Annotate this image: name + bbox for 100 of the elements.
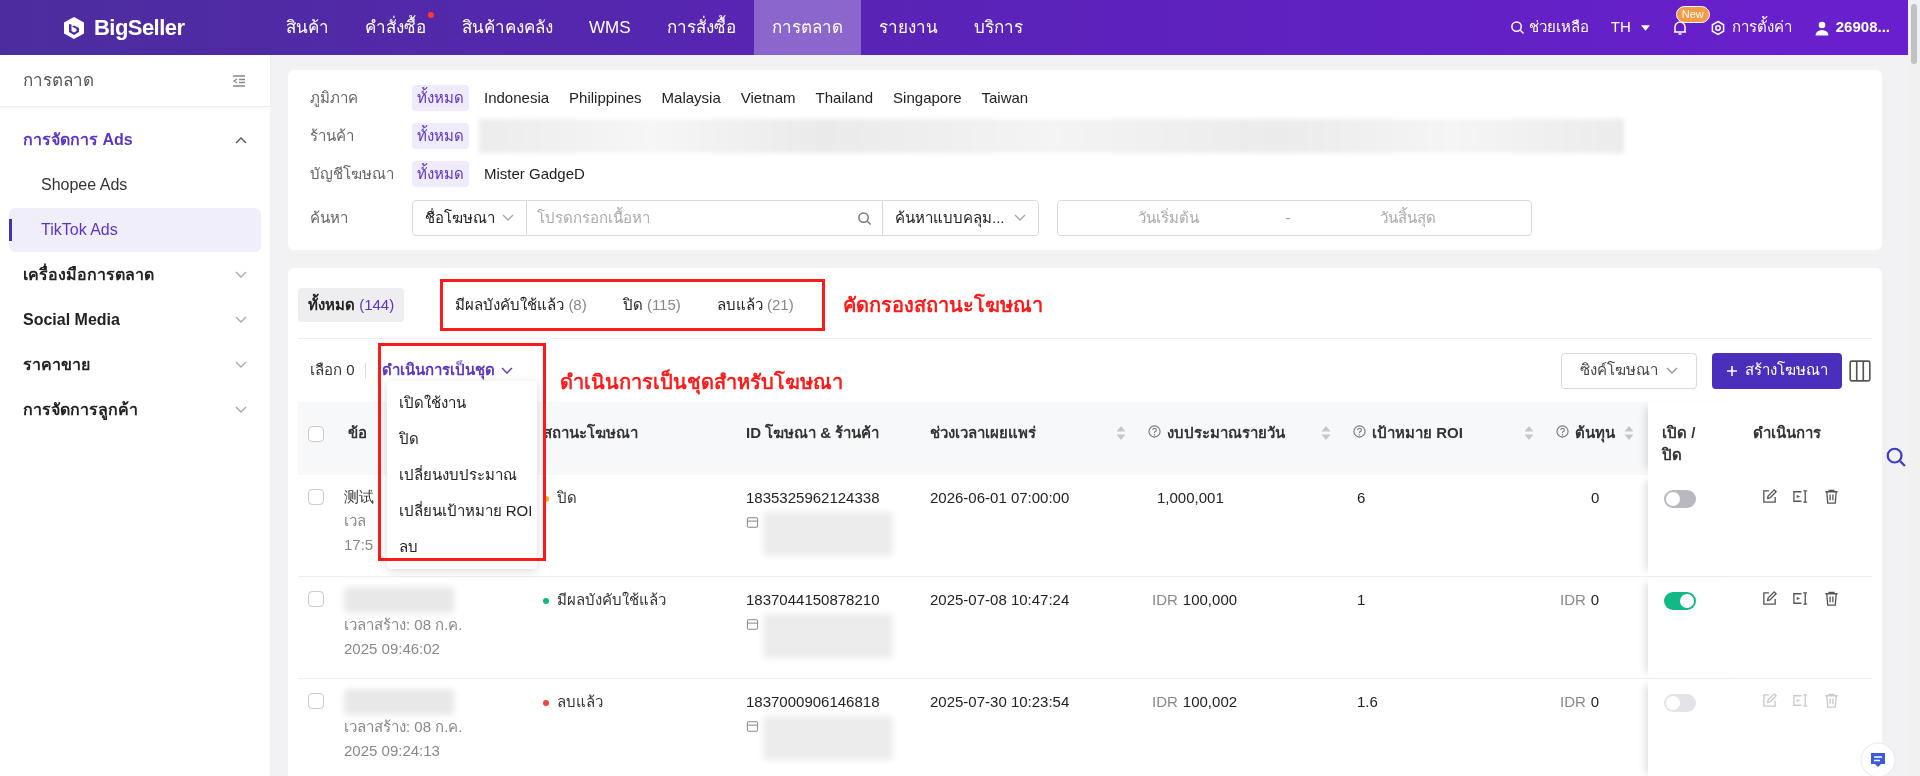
settings-link[interactable]: การตั้งค่า <box>1709 16 1792 39</box>
start-date-field[interactable]: วันเริ่มต้น <box>1068 206 1268 230</box>
edit-icon[interactable] <box>1761 488 1778 505</box>
filter-option[interactable]: Indonesia <box>479 85 555 111</box>
chevron-down-icon <box>1666 366 1678 375</box>
status-tab[interactable]: ลบแล้ว (21) <box>706 288 804 322</box>
language-select[interactable]: TH <box>1610 16 1650 39</box>
help-icon <box>1353 425 1366 438</box>
menu-item[interactable]: เปลี่ยนงบประมาณ <box>386 457 537 494</box>
chevron-down-icon <box>235 270 247 279</box>
daily-budget: 1,000,001 <box>1156 489 1224 506</box>
sidebar-group[interactable]: การจัดการลูกค้า <box>0 387 270 432</box>
help-icon <box>1148 425 1161 438</box>
columns-icon[interactable] <box>1848 358 1872 383</box>
create-button[interactable]: สร้างโฆษณา <box>1712 352 1842 389</box>
chevron-down-icon <box>235 360 247 369</box>
nav-tab[interactable]: รายงาน <box>860 0 956 55</box>
sync-button[interactable]: ซิงค์โฆษณา <box>1561 352 1697 389</box>
chat-icon[interactable] <box>1860 742 1896 776</box>
chevron-down-icon <box>235 315 247 324</box>
chevron-down-icon <box>235 405 247 414</box>
filter-option[interactable]: Mister GadgeD <box>479 161 590 187</box>
nav-tab[interactable]: WMS <box>571 0 649 55</box>
filter-label: ร้านค้า <box>310 125 355 146</box>
toggle-switch[interactable] <box>1664 490 1696 508</box>
ad-id: 1837044150878210 <box>746 590 881 610</box>
filter-label: ภูมิภาค <box>310 87 359 109</box>
created-time: เวลาสร้าง: 08 ก.ค. <box>344 717 463 737</box>
collapse-icon[interactable] <box>231 72 247 89</box>
menu-item[interactable]: ลบ <box>386 529 537 566</box>
nav-tab[interactable]: การตลาด <box>753 0 861 55</box>
filter-option[interactable]: ทั้งหมด <box>412 123 469 149</box>
checkbox[interactable] <box>308 426 324 442</box>
user-menu[interactable]: 26908... <box>1813 16 1890 39</box>
nav-tab[interactable]: สินค้า <box>268 0 347 55</box>
sidebar-item[interactable]: Shopee Ads <box>9 162 261 207</box>
status-tab[interactable]: มีผลบังคับใช้แล้ว (8) <box>445 288 597 322</box>
cost-value: IDR 0 <box>1560 693 1600 710</box>
chevron-up-icon <box>235 135 247 144</box>
nav-tab[interactable]: การสั่งซื้อ <box>648 0 754 55</box>
store-icon <box>746 719 759 733</box>
annotation-text: คัดกรองสถานะโฆษณา <box>842 292 1043 319</box>
end-date-field[interactable]: วันสิ้นสุด <box>1308 206 1508 230</box>
checkbox[interactable] <box>308 489 324 505</box>
ad-status: ลบแล้ว <box>557 692 603 712</box>
menu-item[interactable]: เปลี่ยนเป้าหมาย ROI <box>386 493 537 530</box>
toggle-switch[interactable] <box>1664 592 1696 610</box>
search-mode-select[interactable]: ค้นหาแบบคลุม... <box>882 200 1039 236</box>
ad-id: 1835325962124338 <box>746 488 881 508</box>
search-input[interactable]: โปรดกรอกเนื้อหา <box>537 206 849 230</box>
text-field-icon[interactable] <box>1792 590 1809 607</box>
logo-icon <box>62 15 86 40</box>
sidebar-group[interactable]: เครื่องมือการตลาด <box>0 252 270 297</box>
status-tab[interactable]: ปิด (115) <box>612 288 691 322</box>
chevron-down-icon <box>1014 214 1026 222</box>
nav-tab[interactable]: สินค้าคงคลัง <box>444 0 571 55</box>
search-field[interactable]: โปรดกรอกเนื้อหา <box>527 200 882 236</box>
logo-text: BigSeller <box>94 14 185 42</box>
delete-icon[interactable] <box>1823 590 1840 607</box>
sidebar-group[interactable]: ราคาขาย <box>0 342 270 387</box>
column-header: ข้อ <box>348 423 367 443</box>
sidebar-item[interactable]: TikTok Ads <box>9 207 261 252</box>
help-link[interactable]: ช่วยเหลือ <box>1509 16 1589 39</box>
column-header: งบประมาณรายวัน <box>1167 423 1285 443</box>
text-field-icon[interactable] <box>1792 488 1809 505</box>
filter-option[interactable]: Thailand <box>810 85 879 111</box>
cost-value: 0 <box>1590 489 1600 506</box>
filter-option[interactable]: Vietnam <box>735 85 801 111</box>
sidebar-group[interactable]: การจัดการ Ads <box>0 117 270 162</box>
sidebar-group[interactable]: Social Media <box>0 297 270 342</box>
batch-action-button[interactable]: ดำเนินการเป็นชุด <box>381 359 513 382</box>
nav-tab[interactable]: บริการ <box>955 0 1041 55</box>
column-header: ช่วงเวลาเผยแพร่ <box>930 423 1036 443</box>
chevron-down-icon <box>500 366 513 375</box>
ad-id: 1837000906146818 <box>746 692 881 712</box>
checkbox[interactable] <box>308 591 324 607</box>
nav-tab[interactable]: คำสั่งซื้อ <box>347 0 444 55</box>
plus-icon <box>1726 364 1738 377</box>
filter-label: บัญชีโฆษณา <box>310 163 395 184</box>
roi-target: 1.6 <box>1357 693 1378 710</box>
delete-icon[interactable] <box>1823 488 1840 505</box>
field-select[interactable]: ชื่อโฆษณา <box>412 200 527 236</box>
filter-option[interactable]: Singapore <box>888 85 967 111</box>
filter-option[interactable]: ทั้งหมด <box>412 85 469 111</box>
search-icon[interactable] <box>1885 446 1907 468</box>
filter-option[interactable]: Philippines <box>564 85 647 111</box>
edit-icon <box>1761 692 1778 709</box>
column-header: สถานะโฆษณา <box>543 423 638 443</box>
filter-option[interactable]: Malaysia <box>656 85 726 111</box>
filter-option[interactable]: ทั้งหมด <box>412 161 469 187</box>
menu-item[interactable]: ปิด <box>386 421 537 458</box>
store-icon <box>746 617 759 631</box>
publish-time: 2025-07-08 10:47:24 <box>930 591 1070 608</box>
status-tab[interactable]: ทั้งหมด (144) <box>298 288 405 322</box>
bell-icon[interactable] <box>1671 19 1688 36</box>
filter-option[interactable]: Taiwan <box>976 85 1034 111</box>
help-icon <box>1556 425 1569 438</box>
caret-icon <box>1640 24 1650 31</box>
menu-item[interactable]: เปิดใช้งาน <box>386 385 537 422</box>
edit-icon[interactable] <box>1761 590 1778 607</box>
